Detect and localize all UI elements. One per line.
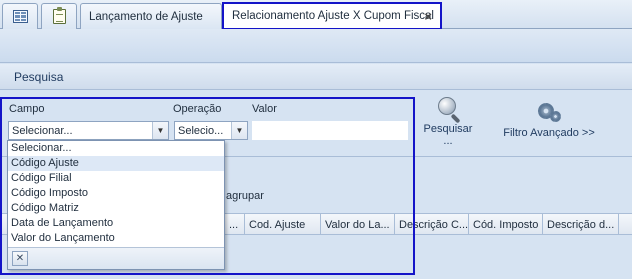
campo-select-value: Selecionar... [12,125,73,137]
tab-lancamento-ajuste[interactable]: Lançamento de Ajuste [80,3,222,29]
operacao-select[interactable]: Selecio... ▼ [174,121,248,140]
clear-selection-button[interactable]: ✕ [12,251,28,266]
close-icon[interactable]: × [424,9,432,24]
tab-label: Relacionamento Ajuste X Cupom Fiscal [232,10,434,22]
column-header-cod-imposto[interactable]: Cód. Imposto [468,214,542,235]
list-item[interactable]: Código Ajuste [8,156,224,171]
pesquisar-ellipsis: ... [443,135,453,147]
list-item[interactable]: Valor do Lançamento [8,231,224,246]
chevron-down-icon[interactable]: ▼ [231,122,247,139]
pesquisar-label: Pesquisar [423,123,473,135]
column-header-filler [618,214,632,235]
campo-dropdown-list: Selecionar... Código Ajuste Código Filia… [7,140,225,270]
tab-strip: Lançamento de Ajuste Relacionamento Ajus… [0,0,632,30]
column-header[interactable]: ... [224,214,244,235]
column-header-descricao-cupom[interactable]: Descrição C... [394,214,468,235]
campo-select[interactable]: Selecionar... ▼ [8,121,169,140]
list-item[interactable]: Selecionar... [8,141,224,156]
column-header-descricao[interactable]: Descrição d... [542,214,618,235]
chevron-down-icon[interactable]: ▼ [152,122,168,139]
list-item[interactable]: Código Matriz [8,201,224,216]
pesquisar-button[interactable]: Pesquisar ... [420,95,476,147]
tab-label: Lançamento de Ajuste [89,10,203,23]
group-by-hint: agrupar [226,190,264,202]
dropdown-footer: ✕ [8,247,224,269]
campo-label: Campo [9,103,45,115]
search-section-title: Pesquisa [0,64,632,90]
grid-icon [12,10,28,23]
operacao-label: Operação [173,103,222,115]
column-header-valor-lancamento[interactable]: Valor do La... [320,214,394,235]
list-item[interactable]: Código Filial [8,171,224,186]
gears-icon [534,101,564,123]
list-item[interactable]: Código Imposto [8,186,224,201]
column-header-cod-ajuste[interactable]: Cod. Ajuste [244,214,320,235]
clipboard-icon [52,7,66,24]
operacao-select-value: Selecio... [178,125,224,137]
tab-grid-view[interactable] [2,3,38,29]
filtro-avancado-button[interactable]: Filtro Avançado >> [497,101,601,139]
filtro-avancado-label: Filtro Avançado >> [503,127,595,139]
list-item[interactable]: Data de Lançamento [8,216,224,231]
search-icon [434,95,462,124]
valor-label: Valor [252,103,277,115]
toolbar-band [0,29,632,63]
tab-relacionamento-ajuste-cupom[interactable]: Relacionamento Ajuste X Cupom Fiscal × [222,2,442,30]
valor-input[interactable] [252,121,408,140]
tab-clipboard[interactable] [41,3,77,29]
